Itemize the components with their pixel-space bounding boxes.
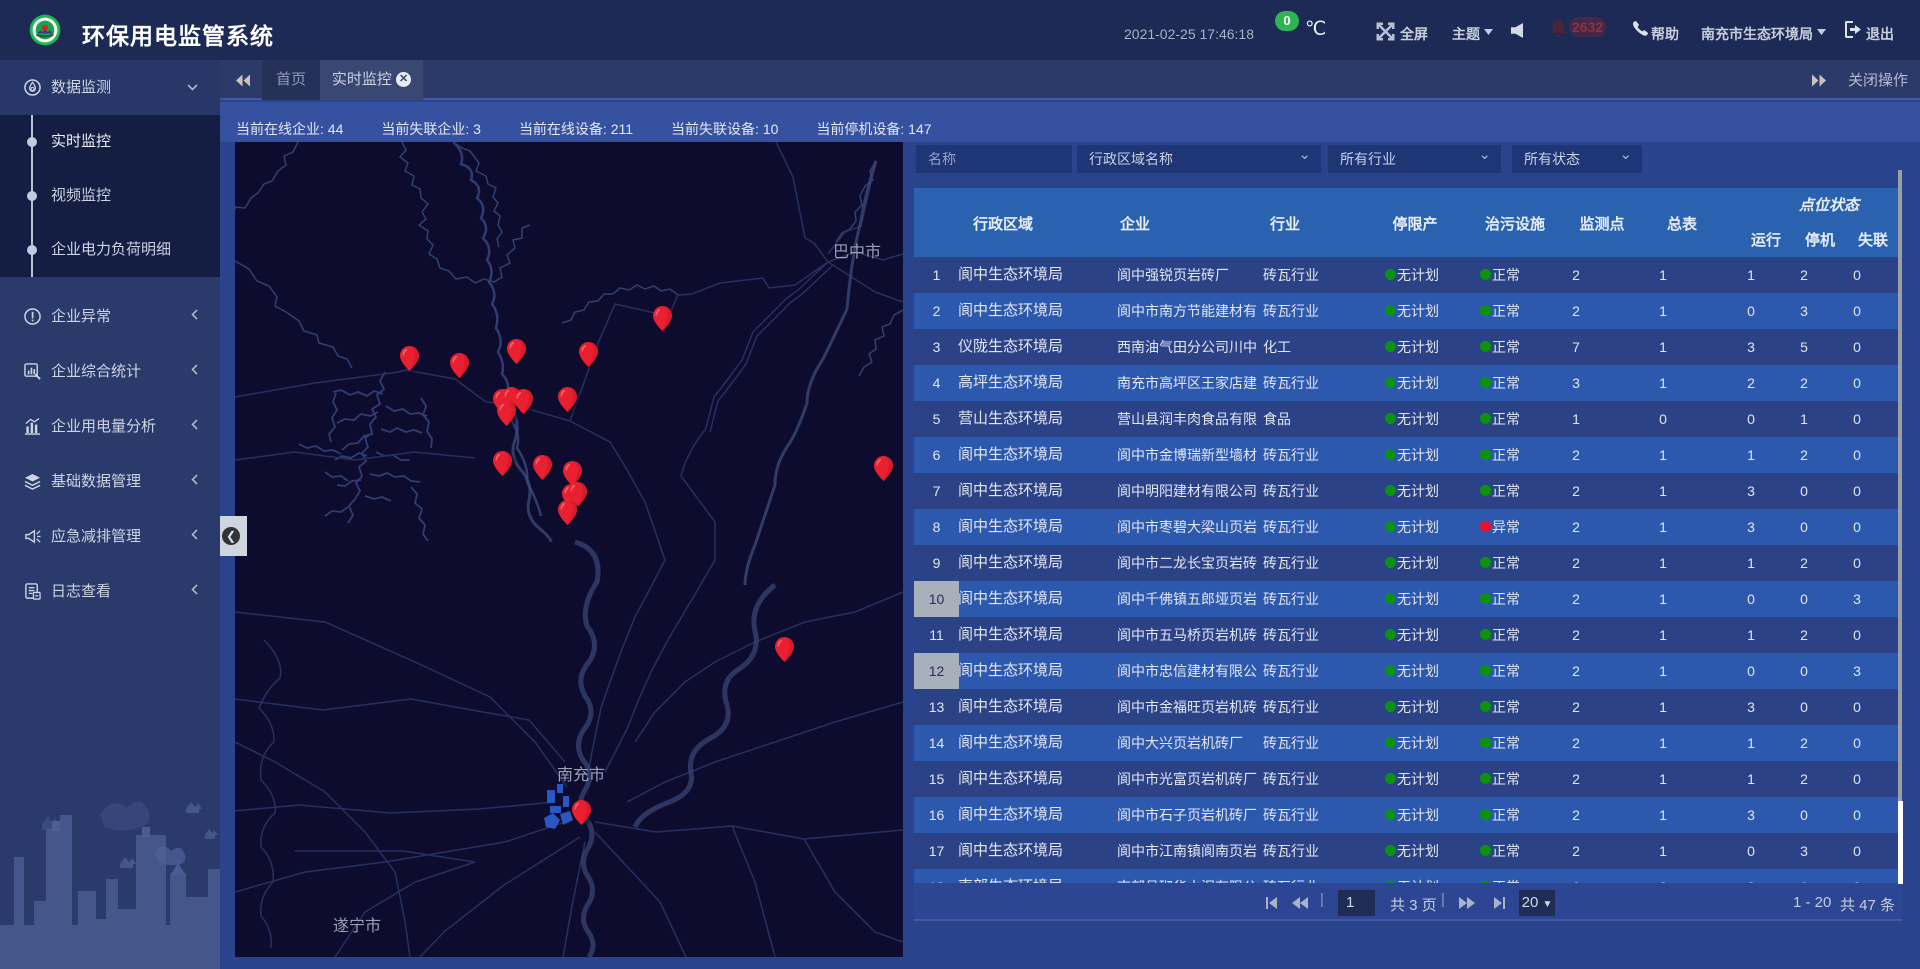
svg-text:巴中市: 巴中市 xyxy=(833,243,881,261)
svg-text:南充市: 南充市 xyxy=(557,766,605,784)
svg-text:遂宁市: 遂宁市 xyxy=(333,917,381,935)
